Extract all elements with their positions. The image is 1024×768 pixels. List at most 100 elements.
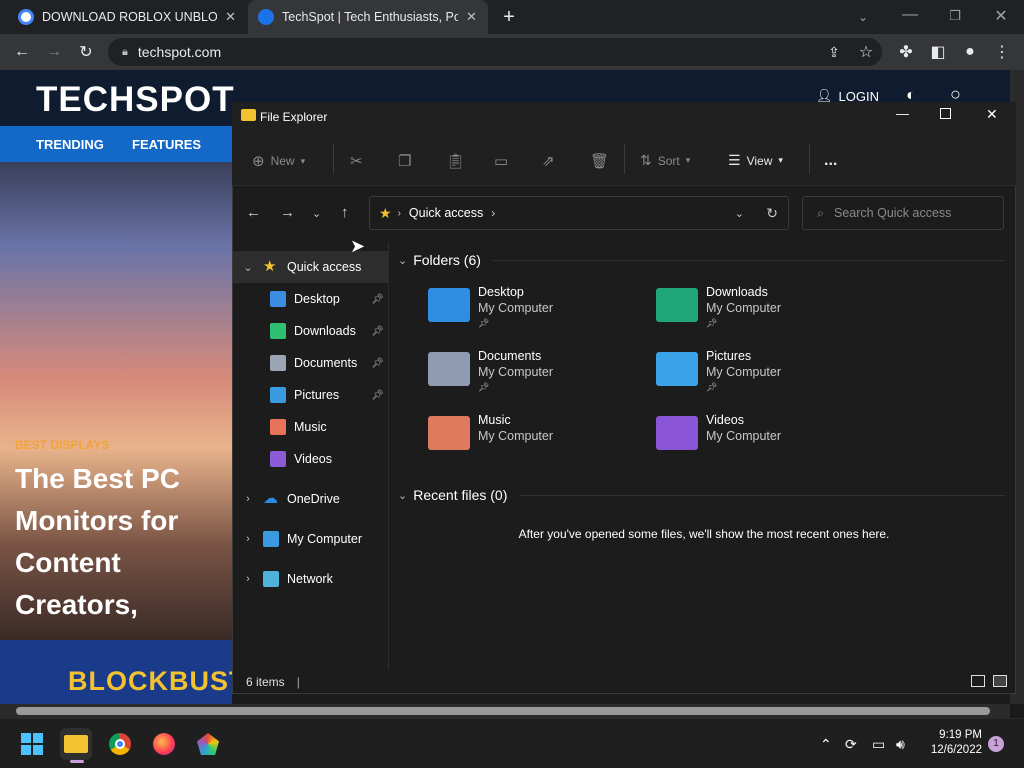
nav-documents[interactable]: Documents 📌︎ [233, 347, 388, 379]
cut-icon[interactable]: ✂ [350, 152, 363, 170]
app-icon[interactable] [192, 728, 224, 760]
firefox-icon[interactable] [148, 728, 180, 760]
view-label: View [746, 153, 773, 168]
folder-location: My Computer [706, 429, 782, 443]
pin-icon: 📌︎ [478, 318, 490, 328]
tab-search-chevron-icon[interactable]: ⌄ [851, 5, 875, 29]
forward-icon[interactable]: → [280, 204, 295, 221]
profile-icon[interactable]: ● [958, 40, 982, 64]
site-logo[interactable]: TECHSPOT [36, 80, 235, 120]
details-view-icon[interactable] [971, 675, 985, 687]
document-icon [270, 355, 286, 371]
folder-tile[interactable]: Desktop My Computer 📌︎ [428, 284, 553, 330]
plus-icon[interactable]: + [497, 5, 521, 29]
menu-kebab-icon[interactable]: ⋮ [990, 40, 1014, 64]
volume-icon[interactable]: 🔊︎ [896, 736, 905, 753]
show-hidden-icons-chevron-icon[interactable]: ⌃ [820, 736, 832, 753]
nav-trending[interactable]: TRENDING [36, 137, 104, 152]
nav-onedrive[interactable]: › ☁ OneDrive [233, 483, 388, 515]
nav-videos[interactable]: Videos [233, 443, 388, 475]
nav-music[interactable]: Music [233, 411, 388, 443]
bookmark-star-icon[interactable]: ☆ [854, 40, 878, 64]
lock-icon[interactable]: 🔒︎ [122, 46, 128, 59]
recent-locations-chevron-icon[interactable]: ⌄ [312, 207, 321, 220]
tiles-view-icon[interactable] [993, 675, 1007, 687]
address-bar[interactable]: 🔒︎ techspot.com [108, 38, 882, 66]
sort-button[interactable]: ⇅ Sort ▾ [640, 152, 690, 169]
delete-icon[interactable]: 🗑︎ [590, 152, 609, 170]
close-window-icon[interactable]: ✕ [989, 4, 1013, 28]
minimize-icon[interactable]: — [898, 3, 922, 27]
folder-tile[interactable]: Videos My Computer [656, 412, 781, 450]
file-explorer-taskbar-icon[interactable] [60, 728, 92, 760]
reload-icon[interactable]: ↻ [74, 40, 98, 64]
side-panel-icon[interactable]: ◧ [926, 40, 950, 64]
clock[interactable]: 9:19 PM 12/6/2022 [916, 728, 982, 758]
chevron-right-icon[interactable]: › [241, 493, 255, 505]
tab-techspot[interactable]: TechSpot | Tech Enthusiasts, Power Users… [248, 0, 488, 34]
up-icon[interactable]: ↑ [341, 204, 349, 221]
view-button[interactable]: ☰ View ▾ [728, 152, 783, 169]
nav-downloads[interactable]: Downloads 📌︎ [233, 315, 388, 347]
see-more-button[interactable]: ... [824, 152, 837, 170]
extensions-icon[interactable]: ✤ [894, 40, 918, 64]
chevron-down-icon[interactable]: ⌄ [241, 261, 255, 274]
nav-my-computer[interactable]: › My Computer [233, 523, 388, 555]
nav-desktop[interactable]: Desktop 📌︎ [233, 283, 388, 315]
hero-headline[interactable]: The Best PC Monitors for Content Creator… [15, 458, 237, 628]
address-bar[interactable]: ★ › Quick access › ⌄ ↻ [369, 196, 789, 230]
folder-icon [241, 109, 256, 121]
display-icon[interactable]: ▭ [872, 736, 885, 753]
close-tab-icon[interactable]: ✕ [225, 9, 236, 25]
chevron-right-icon[interactable]: › [241, 573, 255, 585]
nav-label: OneDrive [287, 492, 340, 506]
star-icon: ★ [379, 204, 392, 221]
nav-network[interactable]: › Network [233, 563, 388, 595]
nav-label: Quick access [287, 260, 362, 274]
refresh-icon[interactable]: ↻ [766, 205, 778, 222]
tab-roblox[interactable]: DOWNLOAD ROBLOX UNBLOCKED ✕ [8, 0, 246, 34]
share-icon[interactable]: ⇪ [822, 40, 846, 64]
folder-tile[interactable]: Downloads My Computer 📌︎ [656, 284, 781, 330]
rename-icon[interactable]: ▭ [494, 152, 508, 170]
pin-icon: 📌︎ [706, 382, 718, 392]
sync-icon[interactable]: ⟳ [845, 736, 857, 753]
video-icon [270, 451, 286, 467]
nav-label: Pictures [294, 388, 340, 402]
folder-tile[interactable]: Music My Computer [428, 412, 553, 450]
nav-features[interactable]: FEATURES [132, 137, 201, 152]
new-button[interactable]: ⊕ New ▾ [252, 152, 305, 170]
back-icon[interactable]: ← [10, 40, 34, 64]
chevron-right-icon[interactable]: › [241, 533, 255, 545]
folder-tile[interactable]: Pictures My Computer 📌︎ [656, 348, 781, 394]
copy-icon[interactable]: ❐ [398, 152, 411, 170]
chevron-down-icon: ▾ [778, 155, 783, 165]
star-icon: ★ [263, 258, 277, 275]
start-windows-icon[interactable] [16, 728, 48, 760]
close-tab-icon[interactable]: ✕ [466, 9, 477, 25]
breadcrumb-chevron-icon[interactable]: › [491, 206, 495, 220]
scrollbar-thumb[interactable] [16, 707, 990, 715]
share-icon[interactable]: ⇗ [542, 152, 555, 170]
back-icon[interactable]: ← [246, 204, 261, 221]
folders-section-header[interactable]: ⌄ Folders (6) [398, 252, 481, 268]
explorer-close-icon[interactable]: ✕ [986, 106, 998, 123]
paste-icon[interactable]: 📋︎ [446, 152, 465, 170]
folder-tile[interactable]: Documents My Computer 📌︎ [428, 348, 553, 394]
explorer-maximize-icon[interactable] [940, 108, 951, 119]
hero-category[interactable]: BEST DISPLAYS [15, 438, 109, 452]
forward-icon[interactable]: → [42, 40, 66, 64]
recent-section-header[interactable]: ⌄ Recent files (0) [398, 487, 507, 503]
chrome-icon[interactable] [104, 728, 136, 760]
search-box[interactable]: ⌕ Search Quick access [802, 196, 1004, 230]
breadcrumb-location[interactable]: Quick access [409, 206, 483, 220]
pin-icon: 📌︎ [478, 382, 490, 392]
notification-badge[interactable]: 1 [988, 736, 1004, 752]
address-history-chevron-icon[interactable]: ⌄ [735, 207, 744, 220]
explorer-minimize-icon[interactable]: — [896, 106, 909, 121]
nav-pictures[interactable]: Pictures 📌︎ [233, 379, 388, 411]
search-placeholder: Search Quick access [834, 206, 952, 220]
restore-icon[interactable]: ❐ [943, 4, 967, 28]
status-bar: 6 items | [233, 670, 1015, 694]
time: 9:19 PM [939, 729, 982, 741]
